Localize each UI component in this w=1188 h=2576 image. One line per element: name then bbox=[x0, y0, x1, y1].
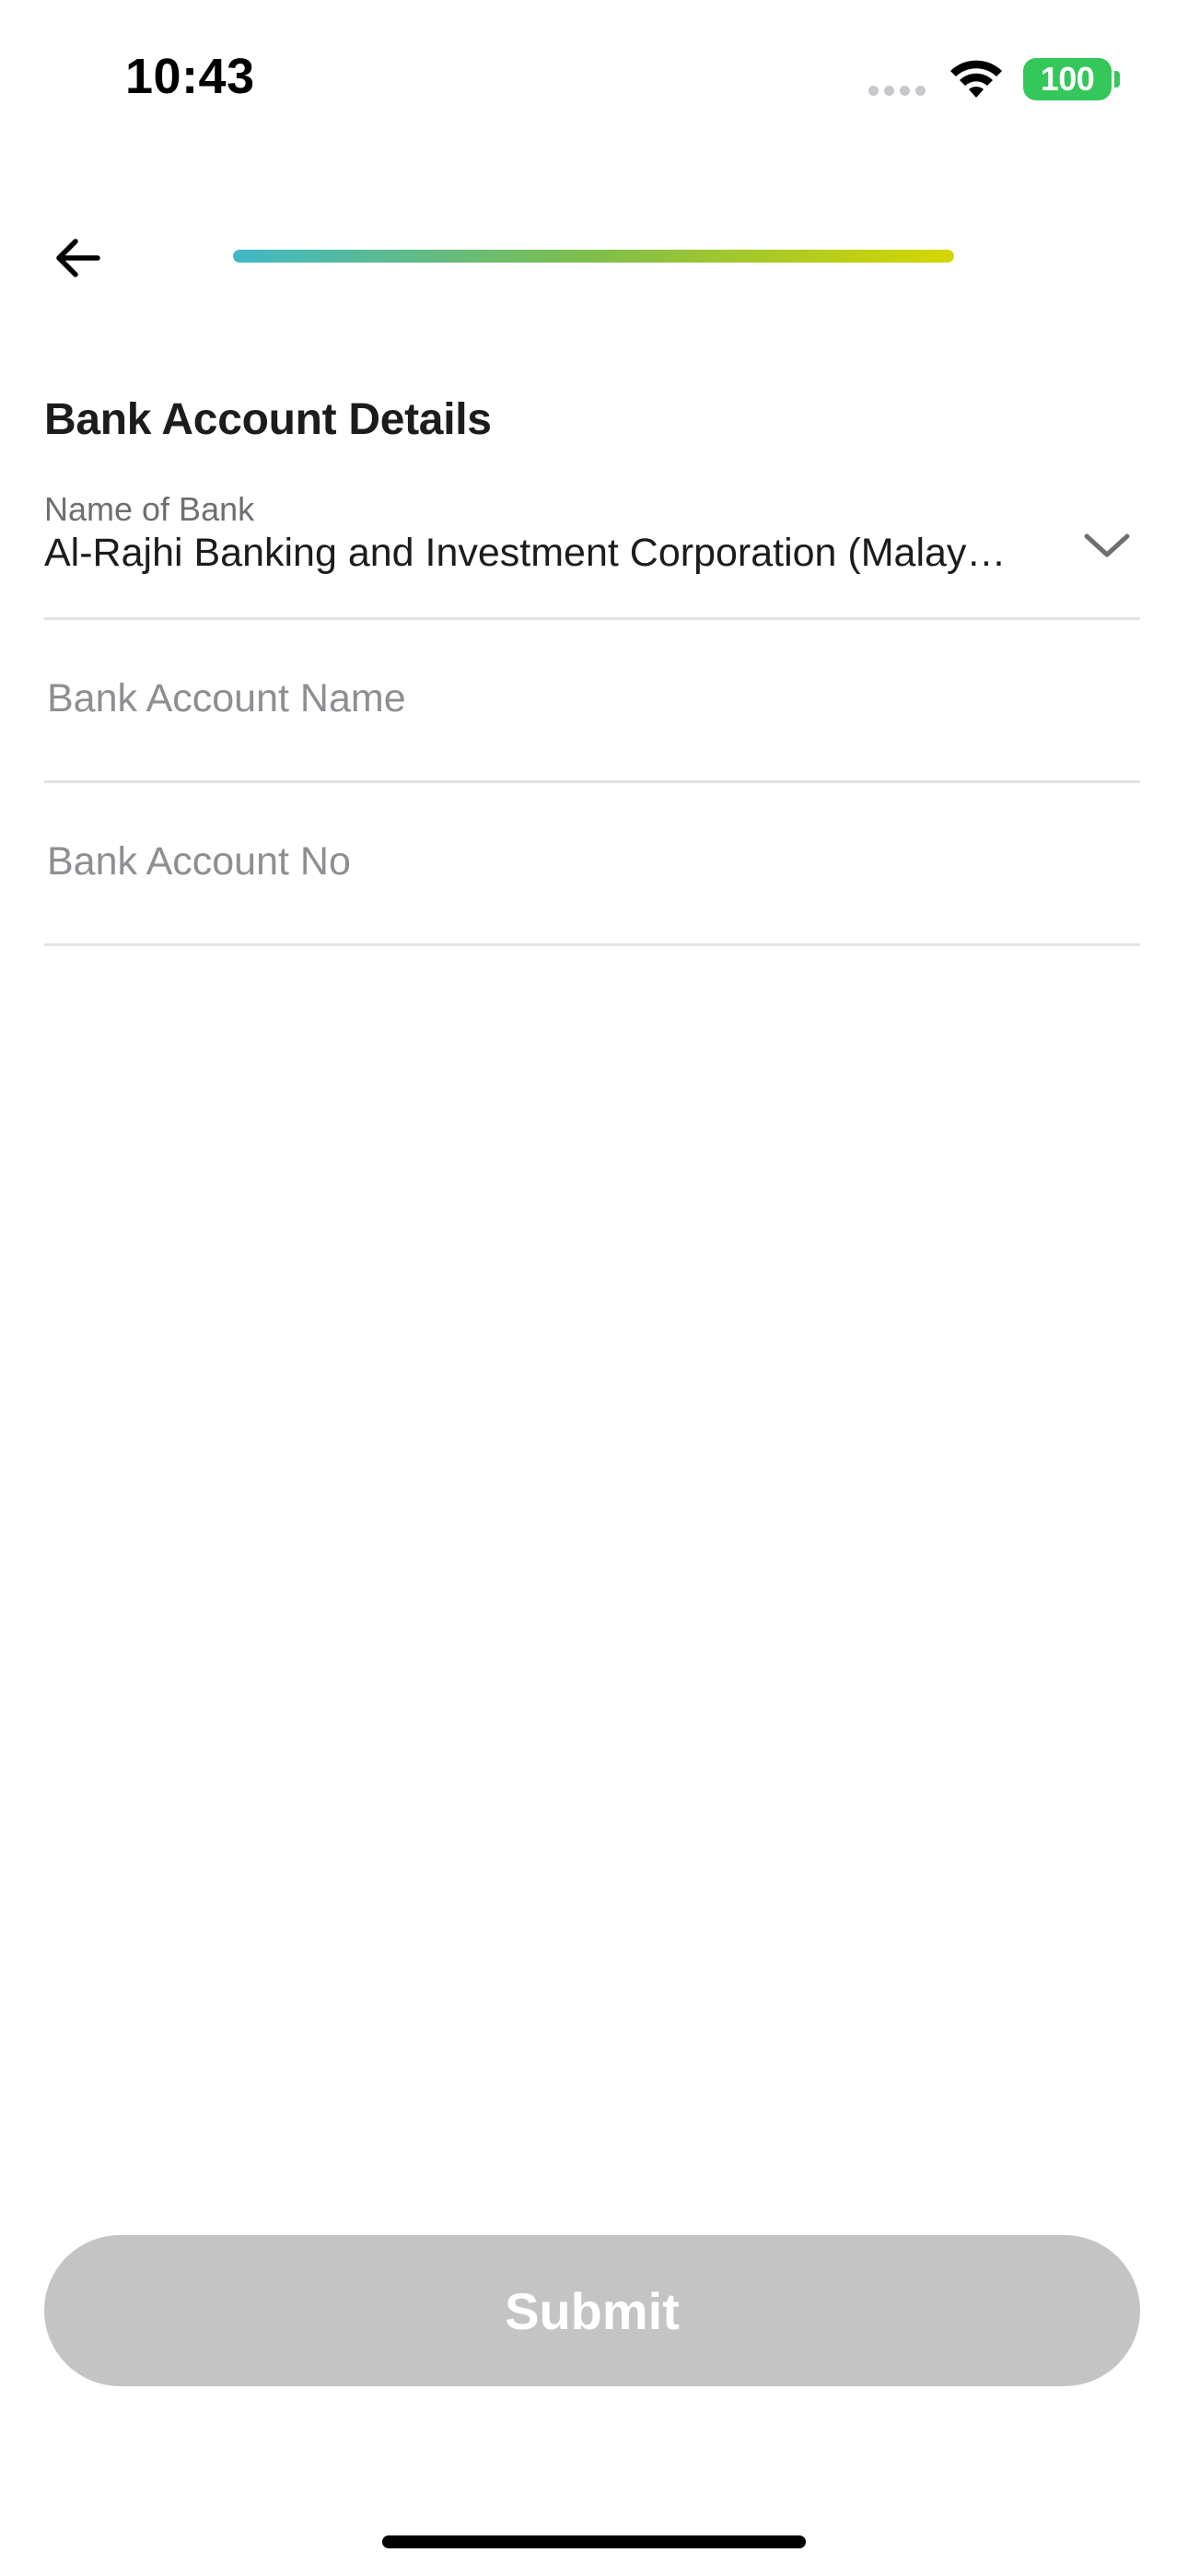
submit-button[interactable]: Submit bbox=[44, 2235, 1140, 2386]
bank-name-select[interactable]: Name of Bank Al-Rajhi Banking and Invest… bbox=[44, 481, 1140, 620]
battery-level: 100 bbox=[1040, 60, 1095, 98]
wifi-icon bbox=[950, 60, 1002, 98]
progress-fill bbox=[233, 250, 954, 263]
cellular-signal-icon bbox=[868, 86, 926, 96]
bank-account-name-field-container bbox=[44, 620, 1143, 783]
bank-account-name-input[interactable] bbox=[44, 657, 1143, 740]
bank-name-label: Name of Bank bbox=[44, 490, 255, 528]
bank-account-details-screen: 10:43 100 Bank Account Details Name of B… bbox=[0, 0, 1188, 2576]
status-time: 10:43 bbox=[125, 49, 255, 104]
bank-account-no-field-container bbox=[44, 783, 1143, 946]
home-indicator bbox=[382, 2535, 806, 2548]
bank-name-value: Al-Rajhi Banking and Investment Corporat… bbox=[44, 531, 1007, 575]
bank-account-no-input[interactable] bbox=[44, 820, 1143, 903]
battery-icon: 100 bbox=[1023, 58, 1112, 100]
progress-bar bbox=[233, 250, 954, 263]
arrow-left-icon bbox=[56, 239, 100, 277]
page-title: Bank Account Details bbox=[44, 395, 492, 444]
chevron-down-icon bbox=[1084, 533, 1130, 557]
back-button[interactable] bbox=[37, 217, 118, 299]
battery-cap bbox=[1114, 71, 1120, 88]
